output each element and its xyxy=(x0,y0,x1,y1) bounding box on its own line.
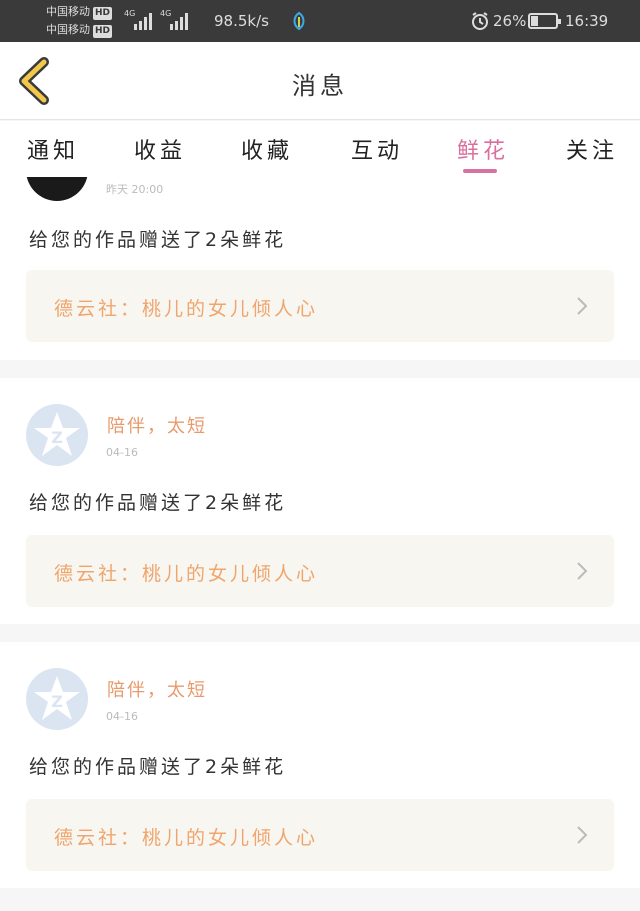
status-bar: 中国移动 HD 中国移动 HD 4G 4G 98.5k/s 26% 16:39 xyxy=(0,0,640,42)
work-link[interactable]: 德云社：桃儿的女儿倾人心 xyxy=(26,270,614,342)
default-avatar-icon: Z xyxy=(34,676,80,720)
carrier-1: 中国移动 HD xyxy=(46,5,113,20)
tab-favorites[interactable]: 收藏 xyxy=(241,133,293,165)
tab-follows[interactable]: 关注 xyxy=(566,133,618,165)
chevron-right-icon xyxy=(577,562,588,580)
battery-icon xyxy=(528,13,561,29)
tab-notifications[interactable]: 通知 xyxy=(27,133,79,165)
signal-icon xyxy=(134,12,152,30)
gift-message: 给您的作品赠送了2朵鲜花 xyxy=(29,756,287,778)
work-title: 德云社：桃儿的女儿倾人心 xyxy=(54,298,319,320)
chevron-right-icon xyxy=(577,297,588,315)
gift-message: 给您的作品赠送了2朵鲜花 xyxy=(29,229,287,251)
list-item[interactable]: Z 陪伴，太短 04-16 给您的作品赠送了2朵鲜花 德云社：桃儿的女儿倾人心 xyxy=(0,378,640,624)
avatar[interactable]: Z xyxy=(26,668,88,730)
network-speed: 98.5k/s xyxy=(214,12,269,30)
username[interactable]: 陪伴，太短 xyxy=(107,412,207,438)
work-link[interactable]: 德云社：桃儿的女儿倾人心 xyxy=(26,799,614,871)
gift-message: 给您的作品赠送了2朵鲜花 xyxy=(29,492,287,514)
clock: 16:39 xyxy=(565,12,609,30)
svg-text:Z: Z xyxy=(51,692,63,711)
timestamp: 昨天 20:00 xyxy=(106,183,164,196)
list-item[interactable]: 昨天 20:00 给您的作品赠送了2朵鲜花 德云社：桃儿的女儿倾人心 xyxy=(0,177,640,360)
tab-bar: 通知 收益 收藏 互动 鲜花 关注 xyxy=(0,121,640,177)
active-tab-indicator xyxy=(463,169,497,173)
page-title: 消息 xyxy=(292,72,348,100)
default-avatar-icon: Z xyxy=(34,412,80,456)
carrier-2: 中国移动 HD xyxy=(46,23,113,38)
work-title: 德云社：桃儿的女儿倾人心 xyxy=(54,827,319,849)
timestamp: 04-16 xyxy=(106,710,138,723)
signal-icon-2 xyxy=(170,12,188,30)
tab-flowers[interactable]: 鲜花 xyxy=(457,133,509,165)
list-item[interactable]: Z 陪伴，太短 04-16 给您的作品赠送了2朵鲜花 德云社：桃儿的女儿倾人心 xyxy=(0,642,640,888)
tab-interactions[interactable]: 互动 xyxy=(351,133,403,165)
avatar[interactable]: Z xyxy=(26,404,88,466)
username[interactable]: 陪伴，太短 xyxy=(107,676,207,702)
work-title: 德云社：桃儿的女儿倾人心 xyxy=(54,563,319,585)
alarm-icon xyxy=(472,12,488,30)
svg-text:Z: Z xyxy=(51,428,63,447)
work-link[interactable]: 德云社：桃儿的女儿倾人心 xyxy=(26,535,614,607)
leaf-icon xyxy=(293,11,305,31)
chevron-right-icon xyxy=(577,826,588,844)
timestamp: 04-16 xyxy=(106,446,138,459)
battery-percent: 26% xyxy=(493,12,527,30)
header: 消息 xyxy=(0,42,640,120)
tab-earnings[interactable]: 收益 xyxy=(134,133,186,165)
avatar[interactable] xyxy=(26,177,88,201)
